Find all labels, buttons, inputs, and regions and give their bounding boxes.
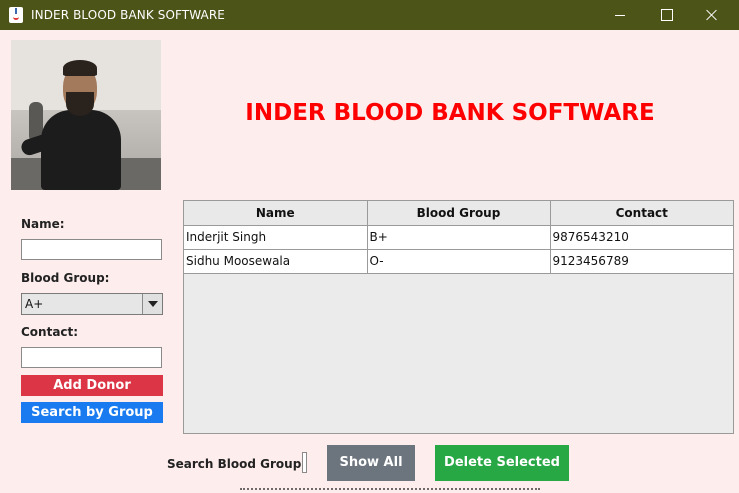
- blood-group-select[interactable]: A+: [21, 293, 163, 315]
- profile-photo: [11, 40, 161, 190]
- cell-contact[interactable]: 9123456789: [549, 248, 733, 274]
- contact-label: Contact:: [21, 325, 79, 339]
- search-blood-group-label: Search Blood Group:: [167, 457, 307, 471]
- add-donor-button[interactable]: Add Donor: [21, 375, 163, 396]
- donor-table[interactable]: Name Blood Group Contact Inderjit Singh …: [183, 200, 734, 434]
- maximize-icon[interactable]: [643, 0, 689, 30]
- column-header-contact[interactable]: Contact: [549, 201, 733, 226]
- name-label: Name:: [21, 217, 65, 231]
- column-header-blood-group[interactable]: Blood Group: [366, 201, 551, 226]
- window-titlebar: INDER BLOOD BANK SOFTWARE: [0, 0, 739, 30]
- close-icon[interactable]: [689, 0, 735, 30]
- java-app-icon: [9, 7, 23, 23]
- clipped-text-fragment: [240, 488, 540, 493]
- minimize-icon[interactable]: [597, 0, 643, 30]
- cell-name[interactable]: Sidhu Moosewala: [184, 248, 368, 274]
- table-row[interactable]: Sidhu Moosewala O- 9123456789: [184, 248, 733, 274]
- delete-selected-button[interactable]: Delete Selected: [435, 445, 569, 481]
- table-header-row: Name Blood Group Contact: [184, 201, 733, 226]
- contact-input[interactable]: [21, 347, 162, 368]
- cell-blood-group[interactable]: O-: [366, 248, 551, 274]
- chevron-down-icon[interactable]: [142, 294, 162, 314]
- search-by-group-button[interactable]: Search by Group: [21, 402, 163, 423]
- cell-name[interactable]: Inderjit Singh: [184, 224, 368, 250]
- cell-contact[interactable]: 9876543210: [549, 224, 733, 250]
- blood-group-label: Blood Group:: [21, 271, 110, 285]
- app-heading: INDER BLOOD BANK SOFTWARE: [245, 100, 655, 126]
- column-header-name[interactable]: Name: [184, 201, 368, 226]
- name-input[interactable]: [21, 239, 162, 260]
- blood-group-selected-value: A+: [25, 297, 44, 311]
- search-blood-group-input[interactable]: [302, 452, 307, 473]
- show-all-button[interactable]: Show All: [327, 445, 415, 481]
- cell-blood-group[interactable]: B+: [366, 224, 551, 250]
- table-row[interactable]: Inderjit Singh B+ 9876543210: [184, 224, 733, 250]
- window-title: INDER BLOOD BANK SOFTWARE: [31, 8, 225, 22]
